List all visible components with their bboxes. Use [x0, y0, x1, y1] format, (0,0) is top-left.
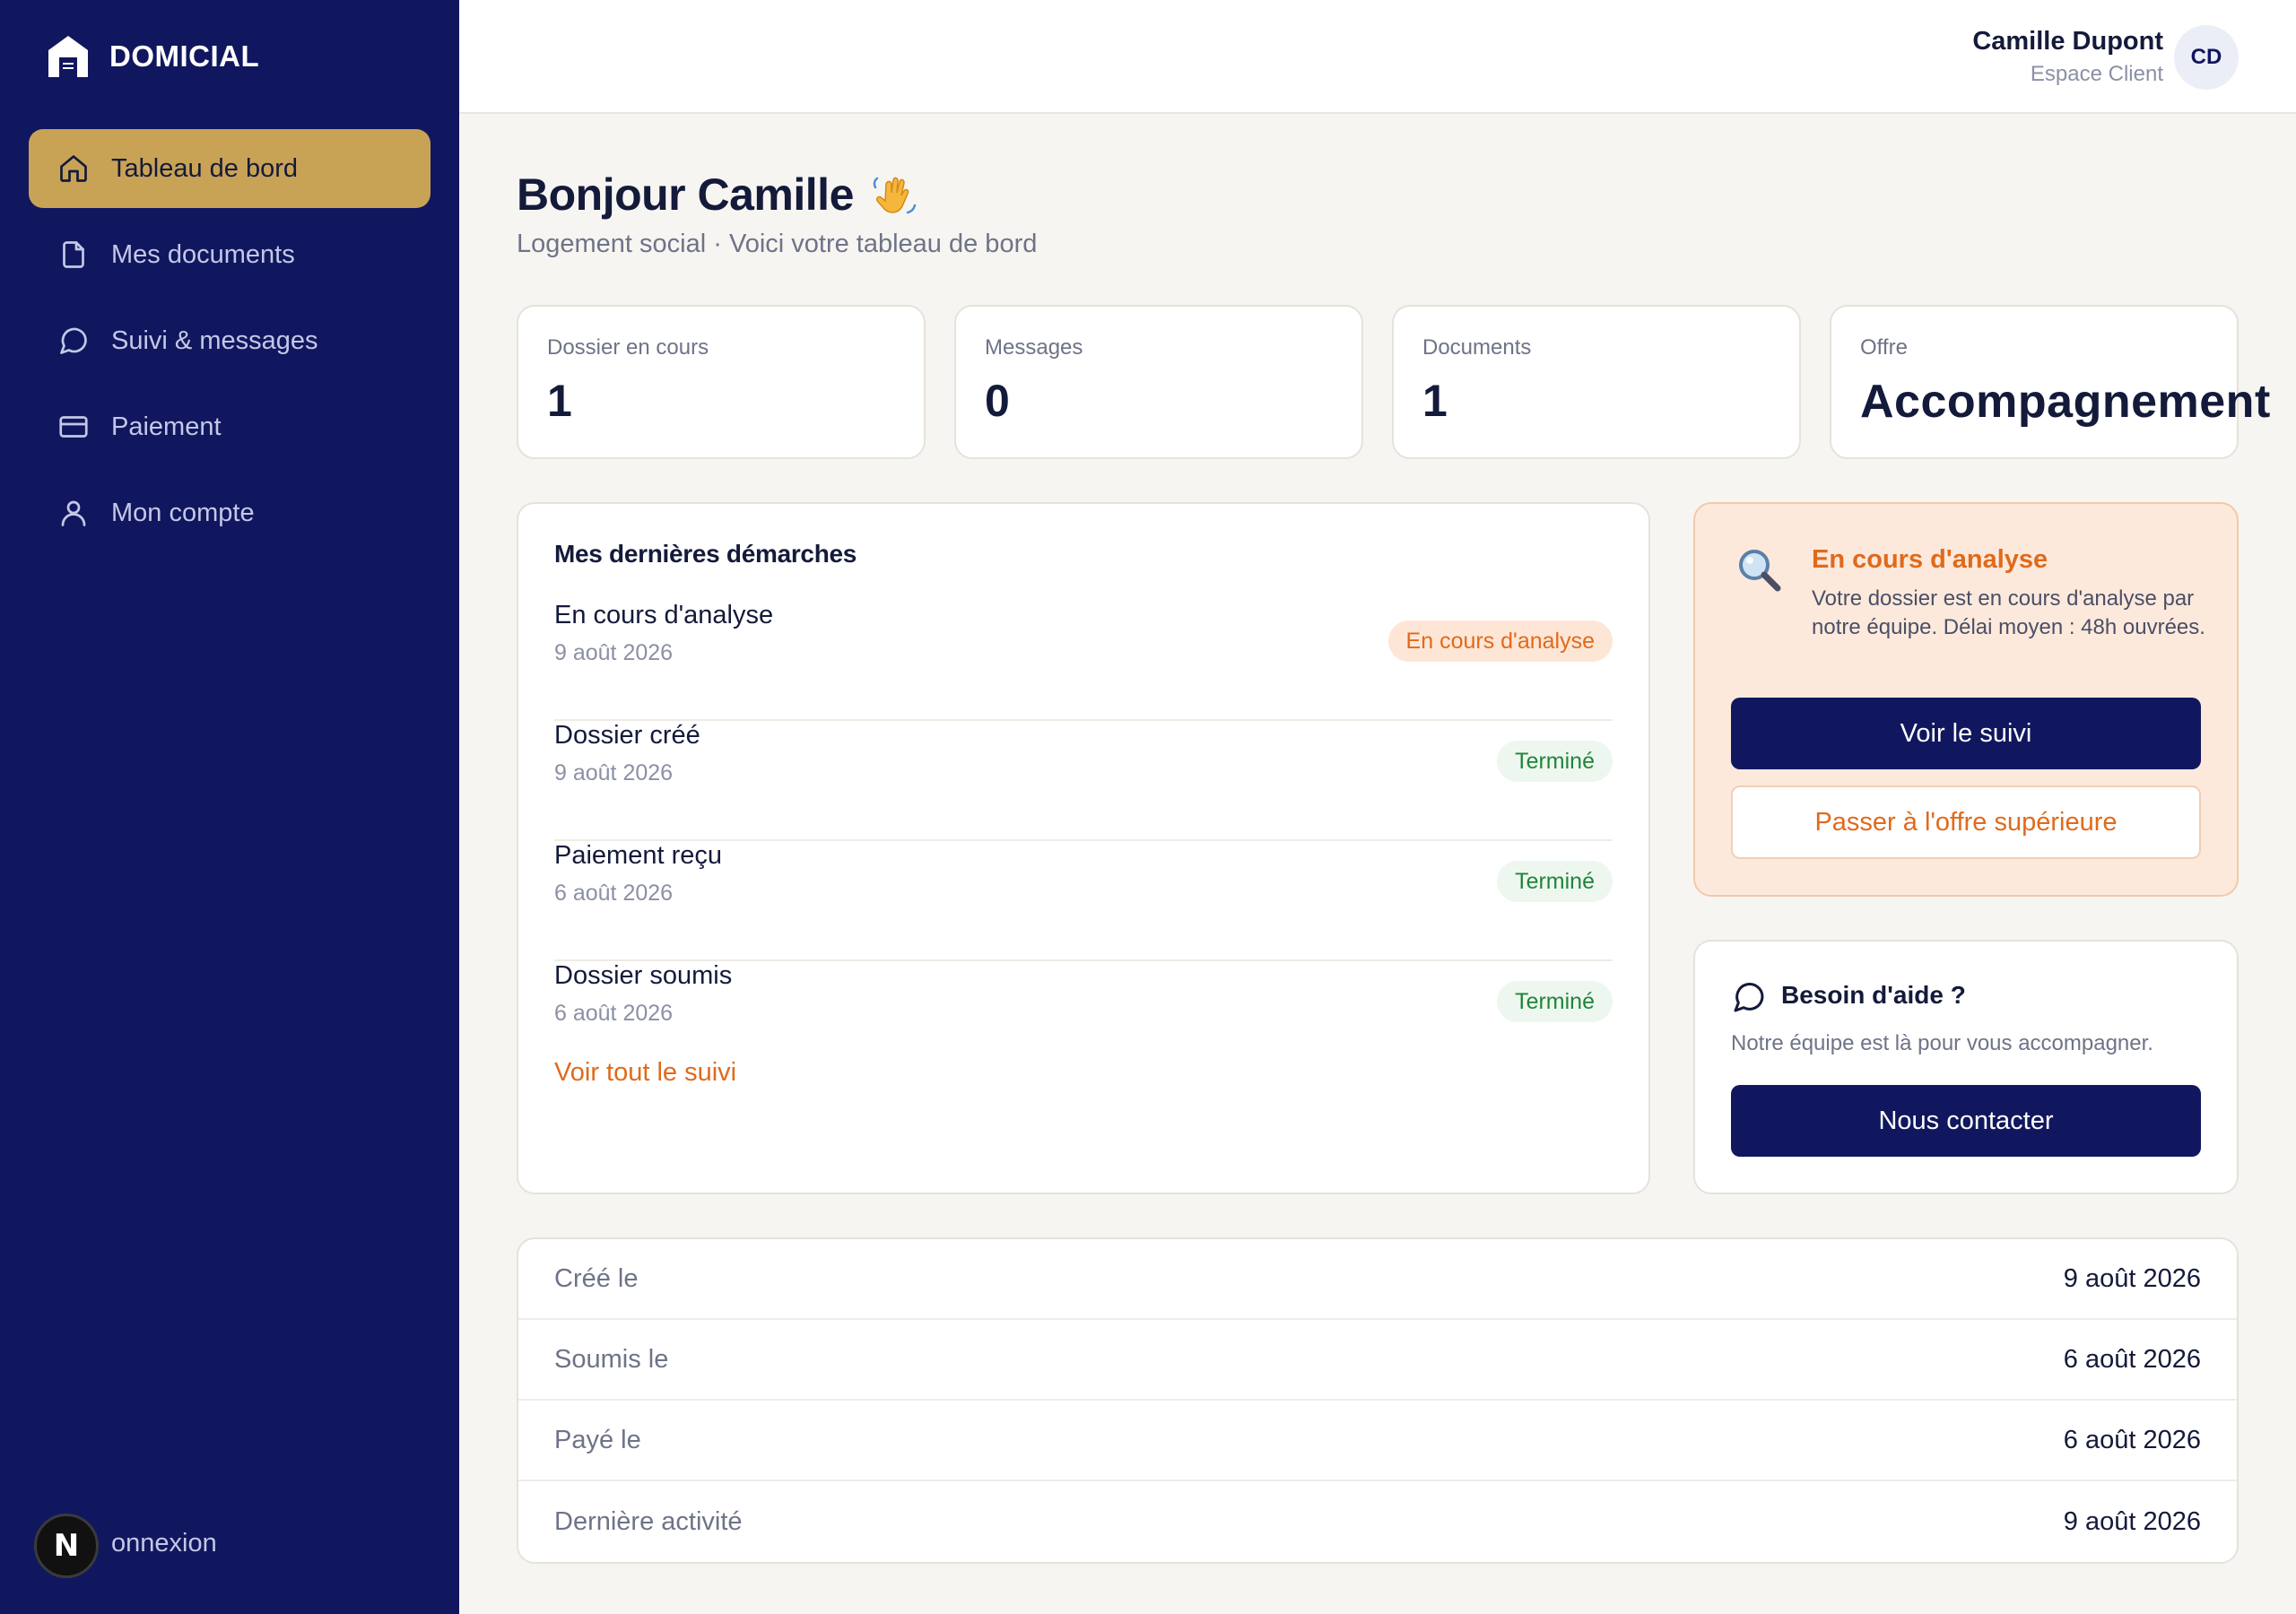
- list-item: Paiement reçu 6 août 2026 Terminé: [554, 841, 1613, 961]
- table-row: Dernière activité 9 août 2026: [518, 1481, 2237, 1562]
- waving-hand-icon: [873, 177, 917, 214]
- stat-card-offer: Offre Accompagnement: [1830, 305, 2271, 459]
- step-title: Dossier soumis: [554, 961, 733, 990]
- stat-card-dossier: Dossier en cours 1: [517, 305, 926, 459]
- help-description: Notre équipe est là pour vous accompagne…: [1731, 1031, 2153, 1055]
- step-title: Dossier créé: [554, 721, 700, 750]
- sidebar-item-label: Suivi & messages: [111, 325, 318, 355]
- row-label: Soumis le: [554, 1344, 669, 1374]
- avatar[interactable]: CD: [2174, 25, 2239, 90]
- brand[interactable]: DOMICIAL: [47, 34, 259, 79]
- user-name: Camille Dupont: [1972, 27, 2163, 56]
- list-item: En cours d'analyse 9 août 2026 En cours …: [554, 601, 1613, 721]
- user-info[interactable]: Camille Dupont Espace Client: [1972, 27, 2163, 87]
- page-subtitle: Logement social · Voici votre tableau de…: [517, 230, 1038, 258]
- analysis-description: Votre dossier est en cours d'analyse par…: [1812, 586, 2205, 639]
- step-date: 6 août 2026: [554, 881, 674, 906]
- help-title: Besoin d'aide ?: [1781, 981, 1966, 1009]
- status-badge: Terminé: [1497, 861, 1613, 902]
- page-title: Bonjour Camille: [517, 169, 918, 221]
- dev-tools-badge[interactable]: N: [34, 1514, 99, 1578]
- home-icon: [60, 155, 87, 182]
- status-badge: Terminé: [1497, 741, 1613, 782]
- sidebar-item-label: Mon compte: [111, 498, 255, 527]
- row-label: Payé le: [554, 1425, 641, 1454]
- sidebar-item-label: Paiement: [111, 412, 222, 441]
- top-header: Camille Dupont Espace Client CD: [459, 0, 2296, 114]
- credit-card-icon: [59, 416, 88, 438]
- status-badge: En cours d'analyse: [1387, 620, 1613, 662]
- list-item: Dossier créé 9 août 2026 Terminé: [554, 721, 1613, 841]
- sidebar-nav: Tableau de bord Mes documents Suivi & me…: [29, 129, 430, 560]
- logout-button[interactable]: onnexion: [111, 1529, 217, 1558]
- recent-steps-card: Mes dernières démarches En cours d'analy…: [517, 502, 1650, 1194]
- table-row: Soumis le 6 août 2026: [518, 1320, 2237, 1401]
- view-tracking-button[interactable]: Voir le suivi: [1731, 698, 2201, 769]
- user-role: Espace Client: [2030, 62, 2163, 86]
- stat-label: Messages: [985, 335, 1083, 360]
- step-date: 9 août 2026: [554, 640, 674, 665]
- row-value: 9 août 2026: [2063, 1506, 2201, 1536]
- stat-label: Offre: [1860, 335, 1908, 360]
- sidebar-item-payment[interactable]: Paiement: [29, 387, 430, 466]
- chat-bubble-icon: [1734, 983, 1764, 1012]
- section-title: Mes dernières démarches: [554, 540, 857, 568]
- table-row: Créé le 9 août 2026: [518, 1239, 2237, 1320]
- greeting-text: Bonjour Camille: [517, 169, 854, 220]
- row-value: 6 août 2026: [2063, 1425, 2201, 1454]
- sidebar-item-documents[interactable]: Mes documents: [29, 215, 430, 294]
- row-label: Dernière activité: [554, 1506, 743, 1536]
- step-date: 6 août 2026: [554, 1001, 674, 1026]
- stat-card-messages: Messages 0: [954, 305, 1363, 459]
- table-row: Payé le 6 août 2026: [518, 1401, 2237, 1481]
- analysis-status-card: En cours d'analyse Votre dossier est en …: [1693, 502, 2239, 897]
- dossier-dates-table: Créé le 9 août 2026 Soumis le 6 août 202…: [517, 1237, 2239, 1564]
- stat-label: Dossier en cours: [547, 335, 709, 360]
- contact-us-button[interactable]: Nous contacter: [1731, 1085, 2201, 1157]
- document-icon: [63, 241, 84, 268]
- stat-value: 1: [1422, 376, 1448, 426]
- sidebar-item-label: Mes documents: [111, 239, 295, 269]
- stat-value: 1: [547, 376, 572, 426]
- step-title: Paiement reçu: [554, 841, 722, 870]
- step-title: En cours d'analyse: [554, 601, 774, 629]
- sidebar-item-messages[interactable]: Suivi & messages: [29, 301, 430, 380]
- sidebar-item-account[interactable]: Mon compte: [29, 473, 430, 552]
- sidebar: DOMICIAL Tableau de bord Mes documents S…: [0, 0, 459, 1614]
- row-value: 9 août 2026: [2063, 1263, 2201, 1293]
- status-badge: Terminé: [1497, 981, 1613, 1022]
- brand-name: DOMICIAL: [109, 39, 260, 73]
- sidebar-item-label: Tableau de bord: [111, 153, 298, 183]
- house-logo-icon: [48, 36, 88, 77]
- stat-value: Accompagnement: [1860, 376, 2271, 428]
- stat-card-documents: Documents 1: [1392, 305, 1801, 459]
- row-label: Créé le: [554, 1263, 639, 1293]
- sidebar-item-dashboard[interactable]: Tableau de bord: [29, 129, 430, 208]
- row-value: 6 août 2026: [2063, 1344, 2201, 1374]
- step-date: 9 août 2026: [554, 760, 674, 785]
- stat-label: Documents: [1422, 335, 1532, 360]
- user-icon: [61, 500, 86, 526]
- stat-value: 0: [985, 376, 1010, 426]
- magnifier-icon: [1739, 550, 1781, 592]
- analysis-title: En cours d'analyse: [1812, 545, 2048, 574]
- upgrade-offer-button[interactable]: Passer à l'offre supérieure: [1731, 785, 2201, 859]
- help-card: Besoin d'aide ? Notre équipe est là pour…: [1693, 940, 2239, 1194]
- view-all-tracking-link[interactable]: Voir tout le suivi: [554, 1058, 736, 1088]
- chat-bubble-icon: [60, 327, 87, 354]
